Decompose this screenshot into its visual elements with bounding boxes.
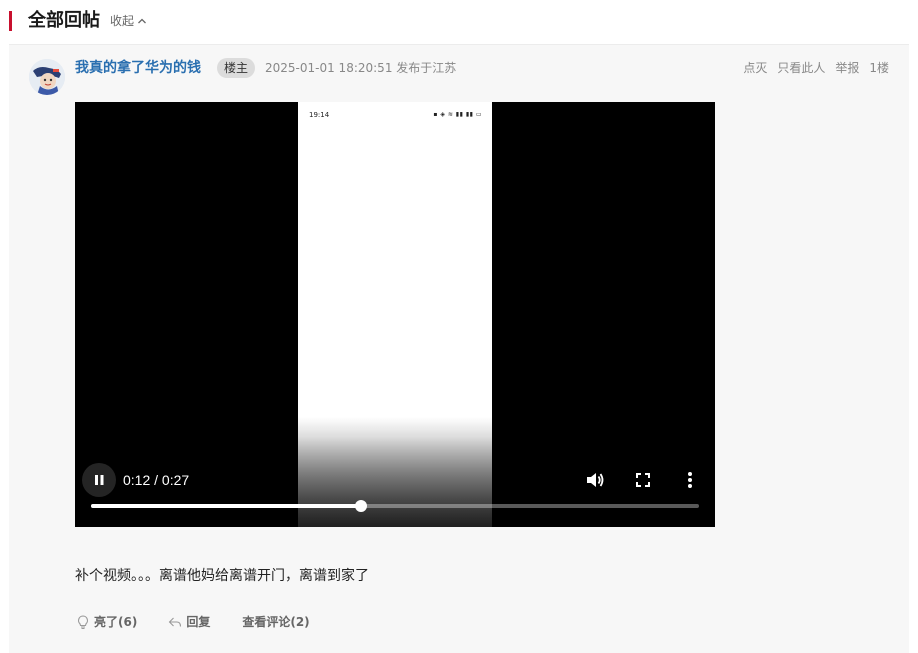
section-title: 全部回帖 [28, 10, 100, 31]
post-meta: 2025-01-01 18:20:51 发布于江苏 [265, 61, 457, 75]
video-time-display: 0:12 / 0:27 [123, 472, 190, 488]
like-button[interactable]: 亮了(6) [75, 613, 137, 630]
like-label: 亮了(6) [94, 615, 138, 629]
video-player[interactable]: 19:14 ▪ ◈ ≋ ▮▮ ▮▮ ▭ 0:12 / 0:27 [75, 102, 715, 527]
video-progress-bar[interactable] [91, 500, 699, 512]
pause-button[interactable] [82, 463, 116, 497]
reply-label: 回复 [186, 615, 211, 629]
avatar[interactable] [29, 59, 65, 95]
volume-button[interactable] [583, 468, 607, 492]
username-link[interactable]: 我真的拿了华为的钱 [75, 58, 201, 78]
phone-status-time: 19:14 [309, 111, 330, 119]
fullscreen-button[interactable] [631, 468, 655, 492]
pause-icon [95, 475, 104, 485]
report-button[interactable]: 举报 [835, 60, 859, 76]
phone-status-icons: ▪ ◈ ≋ ▮▮ ▮▮ ▭ [433, 111, 482, 118]
post-footer-actions: 亮了(6) 回复 查看评论(2) [75, 613, 310, 630]
more-vert-icon [688, 472, 692, 488]
section-accent-bar [9, 11, 12, 31]
hide-button[interactable]: 点灭 [743, 60, 767, 76]
op-badge: 楼主 [217, 58, 256, 78]
reply-button[interactable]: 回复 [167, 613, 210, 630]
collapse-label: 收起 [110, 14, 135, 28]
reply-icon [169, 617, 182, 627]
section-header: 全部回帖 收起 [0, 0, 918, 44]
volume-icon [587, 473, 604, 487]
post-actions: 点灭 只看此人 举报 1楼 [743, 60, 889, 76]
chevron-up-icon [138, 18, 146, 24]
floor-number: 1楼 [869, 61, 889, 75]
avatar-image [29, 59, 65, 95]
more-options-button[interactable] [678, 468, 702, 492]
post-text: 补个视频。。。离谱他妈给离谱开门，离谱到家了 [75, 568, 369, 584]
collapse-button[interactable]: 收起 [110, 13, 147, 29]
lightbulb-icon [78, 614, 88, 629]
video-progress-fill [91, 504, 362, 508]
view-comments-button[interactable]: 查看评论(2) [242, 613, 309, 630]
only-this-user-button[interactable]: 只看此人 [777, 60, 825, 76]
fullscreen-icon [636, 473, 650, 487]
view-comments-label: 查看评论(2) [242, 615, 310, 629]
reply-post: 我真的拿了华为的钱 楼主 2025-01-01 18:20:51 发布于江苏 点… [9, 44, 909, 653]
